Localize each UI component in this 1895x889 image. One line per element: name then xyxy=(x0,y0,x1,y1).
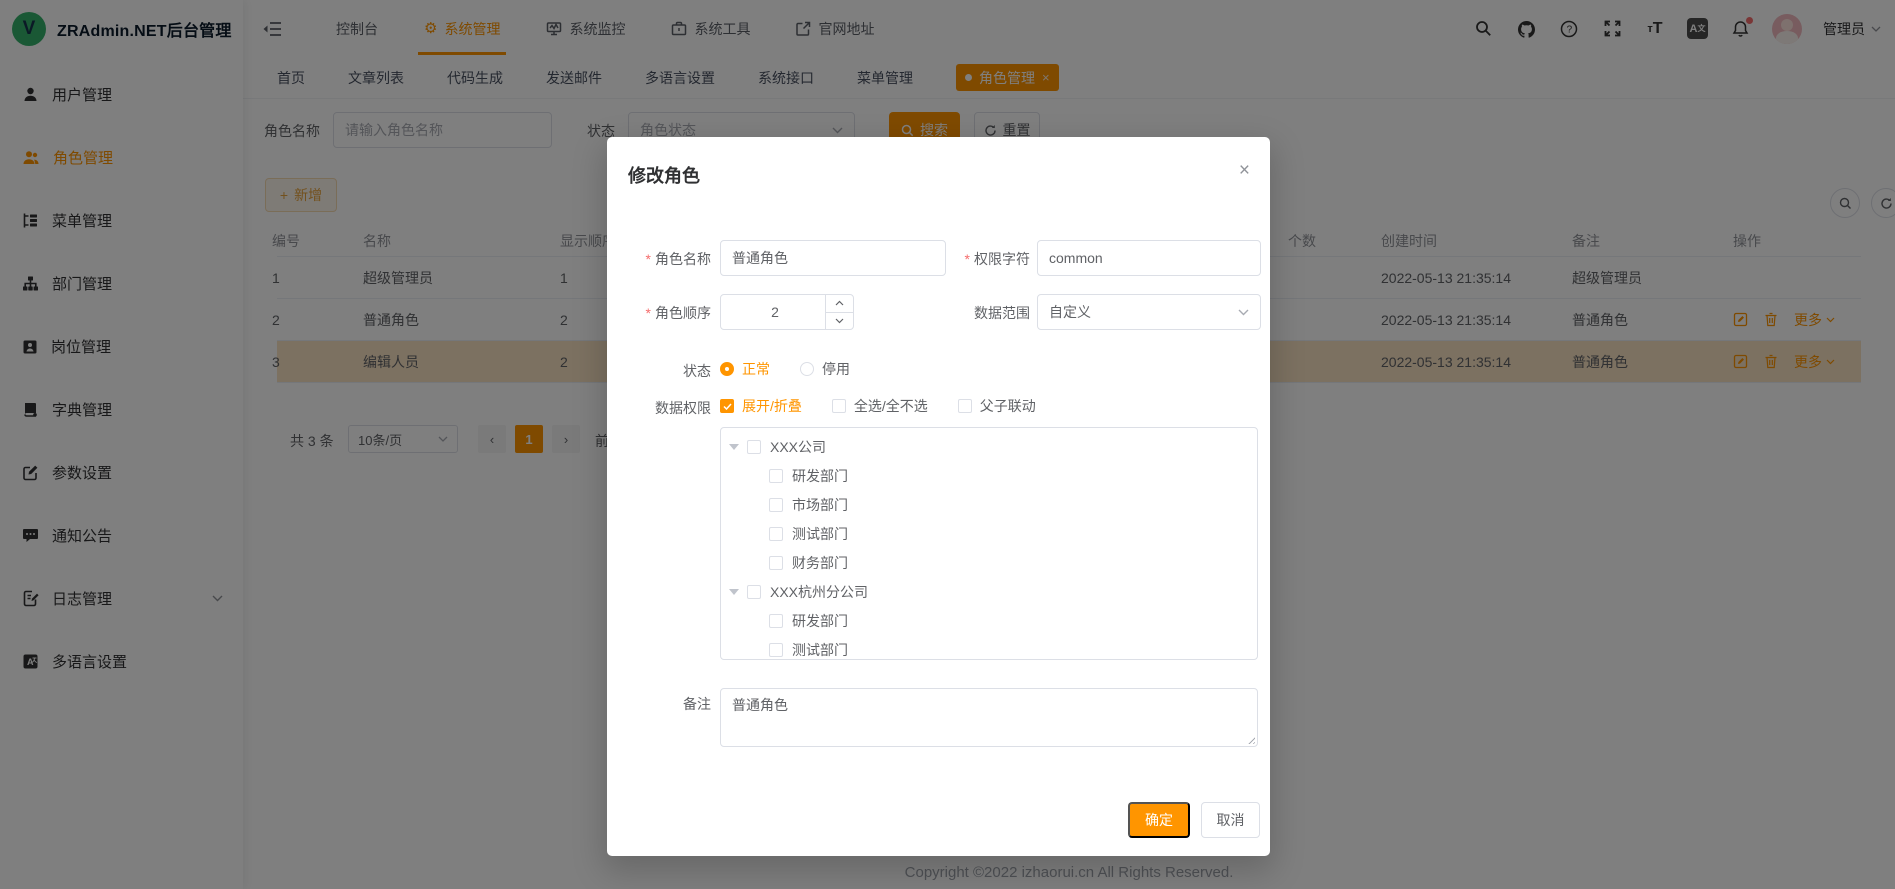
app-root: V ZRAdmin.NET后台管理 用户管理 角色管理 菜单管理 部门管理 xyxy=(0,0,1895,889)
checkbox-box[interactable] xyxy=(769,469,783,483)
dialog-role-key-input[interactable] xyxy=(1037,240,1261,276)
checkbox-box[interactable] xyxy=(747,585,761,599)
role-order-stepper[interactable] xyxy=(720,294,854,330)
resize-grip-icon[interactable] xyxy=(1246,735,1255,744)
tree-node[interactable]: 财务部门 xyxy=(721,548,1257,577)
data-scope-label: 数据范围 xyxy=(847,303,1030,323)
tree-node-label: 测试部门 xyxy=(792,524,848,544)
checkbox-box[interactable] xyxy=(769,614,783,628)
checkbox-box[interactable] xyxy=(769,643,783,657)
close-icon[interactable]: × xyxy=(1239,161,1250,180)
tree-node-label: 财务部门 xyxy=(792,553,848,573)
status-label: 状态 xyxy=(607,361,711,381)
chevron-down-icon xyxy=(1238,309,1249,316)
checkbox-box[interactable] xyxy=(769,527,783,541)
checkbox-box xyxy=(832,399,846,413)
tree-node-label: XXX杭州分公司 xyxy=(770,582,868,602)
tree-expand-icon[interactable] xyxy=(729,444,739,450)
role-key-label: *权限字符 xyxy=(847,249,1030,269)
tree-node-label: 研发部门 xyxy=(792,466,848,486)
tree-node[interactable]: 市场部门 xyxy=(721,490,1257,519)
checkbox-select-all[interactable]: 全选/全不选 xyxy=(832,396,928,416)
confirm-button[interactable]: 确定 xyxy=(1128,802,1190,838)
checkbox-box xyxy=(720,399,734,413)
required-asterisk: * xyxy=(646,251,651,267)
role-name-label: *角色名称 xyxy=(607,249,711,269)
checkbox-label: 全选/全不选 xyxy=(854,396,928,416)
permission-options: 展开/折叠 全选/全不选 父子联动 xyxy=(720,396,1036,416)
status-radio-group: 正常 停用 xyxy=(720,359,850,379)
checkbox-box[interactable] xyxy=(769,498,783,512)
tree-node[interactable]: 研发部门 xyxy=(721,606,1257,635)
department-tree: XXX公司 研发部门 市场部门 测试部门 财务部门 XXX杭州分公司 xyxy=(720,427,1258,660)
checkbox-label: 展开/折叠 xyxy=(742,396,802,416)
data-permission-label: 数据权限 xyxy=(607,398,711,418)
checkbox-expand-collapse[interactable]: 展开/折叠 xyxy=(720,396,802,416)
tree-node-label: XXX公司 xyxy=(770,437,826,457)
radio-label: 停用 xyxy=(822,359,850,379)
tree-expand-icon[interactable] xyxy=(729,589,739,595)
tree-node[interactable]: 研发部门 xyxy=(721,461,1257,490)
checkbox-box[interactable] xyxy=(747,440,761,454)
radio-status-normal[interactable]: 正常 xyxy=(720,359,770,379)
radio-status-disabled[interactable]: 停用 xyxy=(800,359,850,379)
required-asterisk: * xyxy=(646,305,651,321)
remark-textarea[interactable]: 普通角色 xyxy=(732,695,1246,740)
tree-node[interactable]: XXX公司 xyxy=(721,432,1257,461)
checkbox-box xyxy=(958,399,972,413)
tree-node[interactable]: 测试部门 xyxy=(721,635,1257,660)
remark-textarea-wrap: 普通角色 xyxy=(720,688,1258,747)
checkbox-label: 父子联动 xyxy=(980,396,1036,416)
dialog-role-key-field[interactable] xyxy=(1049,250,1249,266)
radio-dot xyxy=(800,362,814,376)
data-scope-select[interactable]: 自定义 xyxy=(1037,294,1261,330)
tree-node-label: 研发部门 xyxy=(792,611,848,631)
role-order-label: *角色顺序 xyxy=(607,303,711,323)
tree-node[interactable]: XXX杭州分公司 xyxy=(721,577,1257,606)
tree-node-label: 测试部门 xyxy=(792,640,848,660)
data-scope-value: 自定义 xyxy=(1049,302,1091,322)
edit-role-dialog: 修改角色 × *角色名称 *权限字符 *角色顺序 数据范围 自定义 状态 xyxy=(607,137,1270,856)
checkbox-box[interactable] xyxy=(769,556,783,570)
radio-label: 正常 xyxy=(742,359,770,379)
cancel-button[interactable]: 取消 xyxy=(1201,802,1260,838)
required-asterisk: * xyxy=(965,251,970,267)
dialog-title: 修改角色 xyxy=(628,162,700,188)
tree-node-label: 市场部门 xyxy=(792,495,848,515)
radio-dot xyxy=(720,362,734,376)
checkbox-parent-child-link[interactable]: 父子联动 xyxy=(958,396,1036,416)
remark-label: 备注 xyxy=(607,694,711,714)
tree-node[interactable]: 测试部门 xyxy=(721,519,1257,548)
